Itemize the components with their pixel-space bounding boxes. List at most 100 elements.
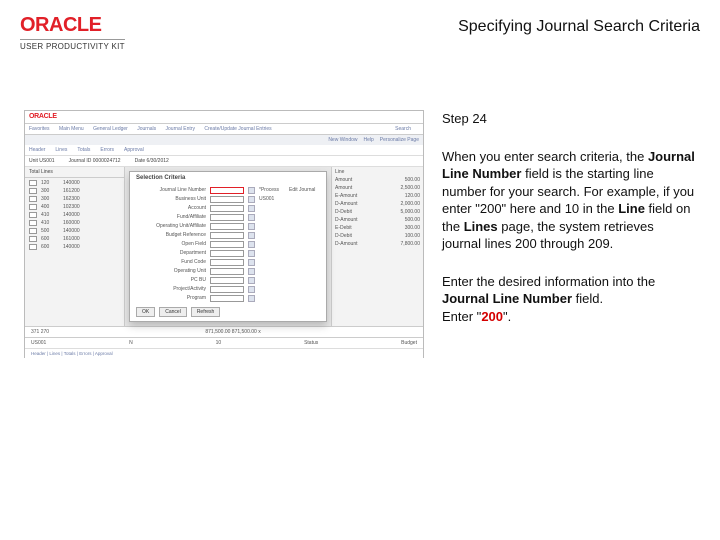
status-label: Status — [304, 340, 318, 346]
row-checkbox[interactable] — [29, 212, 37, 218]
field-label: Program — [136, 295, 206, 301]
lookup-icon[interactable] — [248, 232, 255, 239]
field-label: Operating Unit/Affiliate — [136, 223, 206, 229]
side-label: D-Debit — [335, 209, 352, 215]
footer-tabs: Header | Lines | Totals | Errors | Appro… — [25, 348, 423, 358]
row-checkbox[interactable] — [29, 196, 37, 202]
field-label: Project/Activity — [136, 286, 206, 292]
cell: 400 — [41, 204, 59, 210]
lookup-icon[interactable] — [248, 196, 255, 203]
tab-header[interactable]: Header — [29, 147, 45, 153]
lookup-icon[interactable] — [248, 223, 255, 230]
tab-lines[interactable]: Lines — [55, 147, 67, 153]
field-input[interactable] — [210, 241, 244, 248]
cell: 162300 — [63, 196, 89, 202]
lookup-icon[interactable] — [248, 241, 255, 248]
lookup-icon[interactable] — [248, 259, 255, 266]
tab-totals[interactable]: Totals — [77, 147, 90, 153]
lookup-icon[interactable] — [248, 250, 255, 257]
subnav-link[interactable]: Personalize Page — [380, 137, 419, 143]
nav-item[interactable]: Journals — [137, 126, 156, 132]
field-input[interactable] — [210, 232, 244, 239]
nav-item[interactable]: Journal Entry — [166, 126, 195, 132]
cell: 102300 — [63, 204, 89, 210]
row-checkbox[interactable] — [29, 220, 37, 226]
field-input[interactable] — [210, 268, 244, 275]
jln-label: Journal Line Number — [136, 187, 206, 193]
journal-line-number-input[interactable] — [210, 187, 244, 194]
refresh-button[interactable]: Refresh — [191, 307, 221, 317]
cancel-button[interactable]: Cancel — [159, 307, 187, 317]
row-checkbox[interactable] — [29, 236, 37, 242]
nav-item[interactable]: General Ledger — [93, 126, 128, 132]
nav-item[interactable]: Favorites — [29, 126, 50, 132]
nav-item[interactable]: Main Menu — [59, 126, 84, 132]
lookup-icon[interactable] — [248, 205, 255, 212]
tab-errors[interactable]: Errors — [100, 147, 114, 153]
row-checkbox[interactable] — [29, 180, 37, 186]
side-total-label: Total Lines — [29, 169, 53, 175]
row-checkbox[interactable] — [29, 244, 37, 250]
journal-id-label: Journal ID — [69, 158, 92, 164]
cell: 161000 — [63, 236, 89, 242]
field-input[interactable] — [210, 295, 244, 302]
nav-item[interactable]: Create/Update Journal Entries — [204, 126, 271, 132]
cell: 410 — [41, 212, 59, 218]
field-input[interactable] — [210, 277, 244, 284]
ok-button[interactable]: OK — [136, 307, 155, 317]
side-label: D-Amount — [335, 241, 358, 247]
field-label: Account — [136, 205, 206, 211]
cell: 120 — [41, 180, 59, 186]
status-bar: 371 270 871,500.00 871,500.00 x — [25, 326, 423, 337]
field-input[interactable] — [210, 223, 244, 230]
subnav-link[interactable]: Help — [364, 137, 374, 143]
journal-header-row: Unit US001 Journal ID 0000024712 Date 6/… — [25, 156, 423, 167]
status-unit: US001 — [31, 340, 46, 346]
status-center: 871,500.00 871,500.00 x — [49, 329, 417, 335]
row-checkbox[interactable] — [29, 188, 37, 194]
cell: 140000 — [63, 244, 89, 250]
field-input[interactable] — [210, 196, 244, 203]
field-input[interactable] — [210, 259, 244, 266]
field-input[interactable] — [210, 286, 244, 293]
subnav-link[interactable]: New Window — [328, 137, 357, 143]
field-label: Fund/Affiliate — [136, 214, 206, 220]
side-value: 500.00 — [405, 217, 420, 223]
field-extra: US001 — [259, 196, 274, 202]
tab-approval[interactable]: Approval — [124, 147, 144, 153]
right-side-value: Edit Journal — [289, 187, 315, 193]
cell: 160000 — [63, 220, 89, 226]
subnav: New Window Help Personalize Page — [25, 135, 423, 145]
dialog-title: Selection Criteria — [130, 172, 326, 185]
lookup-icon[interactable] — [248, 268, 255, 275]
field-label: Department — [136, 250, 206, 256]
brand-block: ORACLE USER PRODUCTIVITY KIT — [20, 14, 125, 51]
side-label: D-Amount — [335, 201, 358, 207]
instruction-paragraph-1: When you enter search criteria, the Jour… — [442, 148, 696, 253]
cell: 140000 — [63, 212, 89, 218]
selection-criteria-dialog: Selection Criteria Journal Line Number *… — [129, 171, 327, 321]
cell: 300 — [41, 188, 59, 194]
side-value: 100.00 — [405, 233, 420, 239]
lookup-icon[interactable] — [248, 187, 255, 194]
lookup-icon[interactable] — [248, 295, 255, 302]
field-input[interactable] — [210, 214, 244, 221]
row-checkbox[interactable] — [29, 228, 37, 234]
row-checkbox[interactable] — [29, 204, 37, 210]
instruction-paragraph-2: Enter the desired information into the J… — [442, 273, 696, 326]
field-label: Budget Reference — [136, 232, 206, 238]
field-input[interactable] — [210, 250, 244, 257]
lookup-icon[interactable] — [248, 277, 255, 284]
side-label: E-Debit — [335, 225, 352, 231]
cell: 161200 — [63, 188, 89, 194]
field-input[interactable] — [210, 205, 244, 212]
cell: 500 — [41, 228, 59, 234]
right-side-label: *Process — [259, 187, 279, 193]
lookup-icon[interactable] — [248, 286, 255, 293]
journal-id-value: 0000024712 — [93, 158, 121, 164]
nav-search[interactable]: Search — [395, 126, 411, 132]
lookup-icon[interactable] — [248, 214, 255, 221]
side-label: D-Debit — [335, 233, 352, 239]
field-label: Operating Unit — [136, 268, 206, 274]
date-value: 6/30/2012 — [147, 158, 169, 164]
